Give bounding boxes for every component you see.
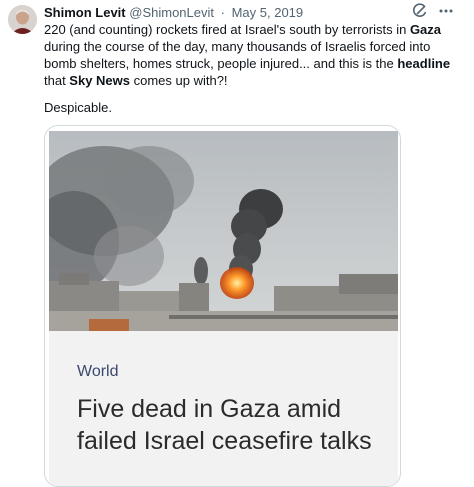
header-actions bbox=[412, 2, 454, 22]
tweet-text-part: 220 (and counting) rockets fired at Isra… bbox=[44, 22, 410, 37]
author-name[interactable]: Shimon Levit bbox=[44, 5, 126, 20]
avatar[interactable] bbox=[8, 5, 37, 34]
tweet-text-bold: Gaza bbox=[409, 22, 442, 37]
card-image bbox=[49, 131, 398, 331]
card-section-label: World bbox=[77, 363, 119, 380]
avatar-image bbox=[8, 5, 37, 34]
card-text-panel: World Five dead in Gaza amid failed Isra… bbox=[49, 331, 398, 486]
tweet-text-part: that bbox=[44, 73, 70, 88]
tweet-text-part: comes up with?! bbox=[130, 73, 228, 88]
tweet-text-bold: headline bbox=[397, 56, 451, 71]
card-headline: Five dead in Gaza amid failed Israel cea… bbox=[77, 395, 372, 455]
tweet-text-part: during the course of the day, many thous… bbox=[44, 39, 431, 71]
header-separator: · bbox=[220, 5, 225, 20]
tweet-date[interactable]: May 5, 2019 bbox=[232, 5, 304, 20]
tweet-text-bold: Sky News bbox=[69, 73, 130, 88]
tweet-text: 220 (and counting) rockets fired at Isra… bbox=[44, 21, 454, 89]
link-card[interactable]: World Five dead in Gaza amid failed Isra… bbox=[44, 125, 401, 487]
tweet[interactable]: Shimon Levit @ShimonLevit · May 5, 2019 … bbox=[0, 0, 474, 487]
tweet-text-second: Despicable. bbox=[44, 100, 112, 115]
tweet-header: Shimon Levit @ShimonLevit · May 5, 2019 bbox=[44, 4, 404, 22]
author-handle[interactable]: @ShimonLevit bbox=[129, 5, 214, 20]
